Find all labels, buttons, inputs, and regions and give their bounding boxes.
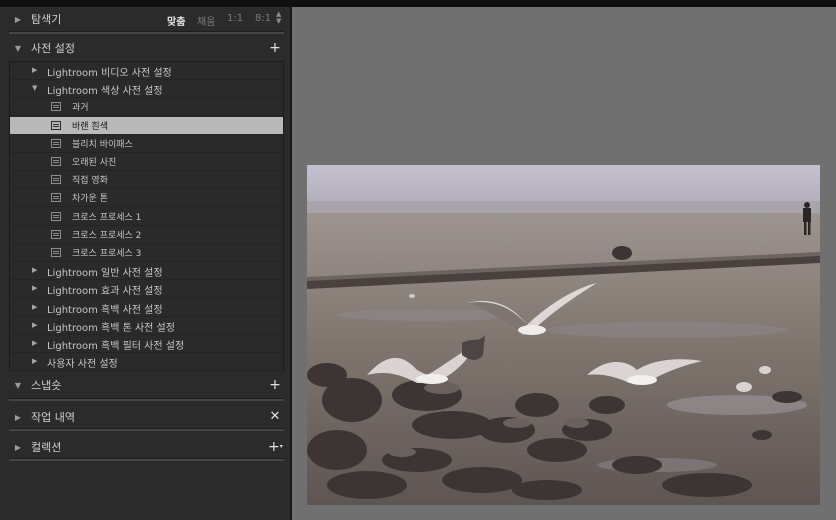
preset-item-label: 크로스 프로세스 3 — [72, 249, 142, 259]
snapshots-header[interactable]: ▼ 스냅숏 + — [0, 374, 290, 396]
preset-folder[interactable]: ▼ Lightroom 색상 사전 설정 — [10, 80, 283, 99]
panel-divider — [9, 428, 284, 431]
zoom-fill-option[interactable]: 채움 — [197, 13, 215, 28]
presets-header[interactable]: ▼ 사전 설정 + — [0, 37, 290, 59]
preset-icon — [51, 248, 61, 257]
preset-folder[interactable]: ▶ 사용자 사전 설정 — [10, 353, 283, 372]
preset-icon — [51, 211, 61, 221]
navigator-header[interactable]: ▶ 탐색기 — [0, 7, 290, 31]
collapsed-triangle-icon[interactable]: ▶ — [32, 303, 37, 311]
preset-item-label: 차가운 톤 — [72, 194, 108, 205]
preset-folder-label: Lightroom 흑백 사전 설정 — [47, 304, 163, 316]
zoom-1-1-option[interactable]: 1:1 — [227, 13, 243, 24]
preset-item[interactable]: 크로스 프로세스 2 — [10, 226, 283, 244]
preset-item-label: 블리치 바이패스 — [72, 139, 133, 150]
preset-item-label: 오래된 사진 — [72, 158, 117, 168]
panel-divider — [9, 31, 284, 34]
collapsed-triangle-icon[interactable]: ▶ — [32, 266, 37, 274]
preset-icon — [51, 102, 61, 112]
expanded-triangle-icon: ▼ — [14, 43, 22, 53]
collapsed-triangle-icon[interactable]: ▶ — [32, 339, 37, 347]
history-header[interactable]: ▶ 작업 내역 ✕ — [0, 406, 290, 428]
preset-icon — [51, 120, 61, 130]
window-top-bar — [0, 0, 836, 7]
preset-item[interactable]: 크로스 프로세스 3 — [10, 244, 283, 262]
preset-list: ▶ Lightroom 비디오 사전 설정 ▼ Lightroom 색상 사전 설정과… — [9, 61, 284, 372]
preset-folder-label: Lightroom 비디오 사전 설정 — [47, 68, 172, 79]
snapshots-title: 스냅숏 — [31, 379, 62, 392]
preset-folder[interactable]: ▶ Lightroom 효과 사전 설정 — [10, 280, 283, 299]
collapsed-triangle-icon[interactable]: ▶ — [32, 321, 37, 329]
preset-icon — [51, 229, 61, 239]
photo-seagulls-mudflat — [307, 165, 820, 505]
zoom-8-1-option[interactable]: 8:1 — [255, 13, 271, 24]
plus-dropdown-icon[interactable]: +▾ — [268, 439, 283, 455]
collections-title: 컬렉션 — [31, 441, 62, 454]
preset-item-label: 크로스 프로세스 2 — [72, 230, 142, 241]
preset-icon — [51, 175, 61, 185]
zoom-fit-option[interactable]: 맞춤 — [167, 13, 185, 28]
plus-icon[interactable]: + — [268, 40, 282, 56]
navigator-title: 탐색기 — [31, 13, 62, 26]
preset-folder-label: Lightroom 일반 사전 설정 — [47, 268, 163, 280]
preset-folder[interactable]: ▶ Lightroom 일반 사전 설정 — [10, 262, 283, 281]
preset-item[interactable]: 직접 영화 — [10, 171, 283, 190]
zoom-stepper-icon[interactable]: ▲ ▼ — [276, 11, 281, 25]
preset-folder[interactable]: ▶ Lightroom 흑백 톤 사전 설정 — [10, 317, 283, 335]
preset-icon — [51, 193, 61, 203]
collapsed-triangle-icon: ▶ — [14, 14, 22, 24]
preset-item[interactable]: 오래된 사진 — [10, 153, 283, 171]
preset-folder-label: 사용자 사전 설정 — [47, 359, 118, 371]
panel-divider — [9, 458, 284, 461]
left-panel: ▶ 탐색기 맞춤 채움 1:1 8:1 ▲ ▼ ▼ 사전 설정 + ▶ Lightr… — [0, 7, 290, 520]
preset-folder-label: Lightroom 흑백 톤 사전 설정 — [47, 322, 175, 334]
preset-item[interactable]: 과거 — [10, 98, 283, 117]
history-title: 작업 내역 — [31, 411, 75, 424]
preset-folder[interactable]: ▶ Lightroom 흑백 사전 설정 — [10, 299, 283, 317]
preset-folder-label: Lightroom 효과 사전 설정 — [47, 286, 163, 298]
preset-item[interactable]: 차가운 톤 — [10, 189, 283, 208]
preset-item-label: 직접 영화 — [72, 176, 108, 187]
preset-item-label: 바랜 흰색 — [72, 121, 108, 132]
preset-folder[interactable]: ▶ Lightroom 비디오 사전 설정 — [10, 62, 283, 80]
collapsed-triangle-icon[interactable]: ▶ — [32, 357, 37, 365]
expanded-triangle-icon: ▼ — [14, 380, 22, 390]
panel-divider — [9, 398, 284, 401]
expanded-triangle-icon[interactable]: ▼ — [32, 84, 37, 92]
preset-item-label: 과거 — [72, 103, 89, 114]
main-image-view — [292, 7, 836, 520]
close-icon[interactable]: ✕ — [268, 409, 282, 425]
preset-folder[interactable]: ▶ Lightroom 흑백 필터 사전 설정 — [10, 335, 283, 353]
presets-title: 사전 설정 — [31, 42, 75, 55]
collapsed-triangle-icon[interactable]: ▶ — [32, 66, 37, 74]
preset-folder-label: Lightroom 색상 사전 설정 — [47, 86, 163, 98]
collections-header[interactable]: ▶ 컬렉션 +▾ — [0, 436, 290, 458]
preset-item[interactable]: 크로스 프로세스 1 — [10, 208, 283, 226]
plus-icon[interactable]: + — [268, 377, 282, 393]
preset-icon — [51, 138, 61, 148]
preset-item[interactable]: 바랜 흰색 — [10, 116, 283, 135]
preset-item-label: 크로스 프로세스 1 — [72, 212, 142, 223]
collapsed-triangle-icon: ▶ — [14, 412, 22, 422]
preset-icon — [51, 157, 61, 166]
preset-item[interactable]: 블리치 바이패스 — [10, 135, 283, 153]
preset-folder-label: Lightroom 흑백 필터 사전 설정 — [47, 341, 185, 352]
collapsed-triangle-icon[interactable]: ▶ — [32, 284, 37, 292]
collapsed-triangle-icon: ▶ — [14, 442, 22, 452]
